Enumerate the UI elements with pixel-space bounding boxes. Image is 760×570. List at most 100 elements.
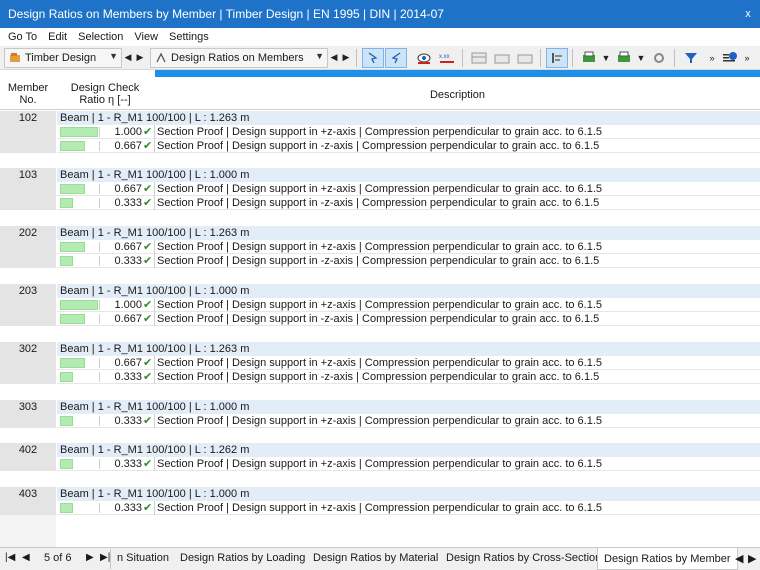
column-divider <box>154 139 155 153</box>
tab-situation[interactable]: n Situation <box>110 549 176 569</box>
ratio-bar-track <box>60 372 100 382</box>
check-description: Section Proof | Design support in -z-axi… <box>157 255 600 267</box>
select-back-icon <box>391 51 401 63</box>
close-icon[interactable]: x <box>740 6 756 22</box>
more-icon[interactable]: » <box>706 53 718 63</box>
ratio-bar <box>60 256 73 266</box>
tab-by-member[interactable]: Design Ratios by Member <box>597 548 738 570</box>
first-page-icon[interactable]: |◀ <box>5 552 15 563</box>
ratio-bar <box>60 503 73 513</box>
member-number[interactable]: 103 <box>0 169 56 181</box>
ratio-bar <box>60 314 85 324</box>
table-header: Member No. Design Check Ratio η [--] Des… <box>0 70 760 110</box>
column-divider <box>154 125 155 139</box>
relative-bar-button[interactable] <box>546 47 568 68</box>
check-ok-icon: ✔ <box>143 126 153 138</box>
check-ok-icon: ✔ <box>143 183 153 195</box>
table-button[interactable] <box>468 48 490 68</box>
values-icon: x.xx <box>439 54 454 63</box>
module-select[interactable]: Timber Design ▼ <box>4 47 122 68</box>
table-export-button[interactable] <box>491 48 513 68</box>
view-button[interactable] <box>413 48 435 68</box>
check-description: Section Proof | Design support in -z-axi… <box>157 140 600 152</box>
check-description: Section Proof | Design support in -z-axi… <box>157 371 600 383</box>
check-row[interactable]: 0.333 ✔ Section Proof | Design support in … <box>57 254 760 268</box>
check-row[interactable]: 1.000 ✔ Section Proof | Design support in … <box>57 125 760 139</box>
settings-button[interactable] <box>648 48 670 68</box>
beam-row[interactable]: Beam | 1 - R_M1 100/100 | L : 1.263 m <box>57 226 760 240</box>
ratio-value: 0.667 <box>114 357 142 369</box>
check-row[interactable]: 0.333 ✔ Section Proof | Design support in … <box>57 196 760 210</box>
next-view-icon[interactable]: ▶ <box>340 52 352 63</box>
info-button[interactable] <box>719 48 741 68</box>
check-row[interactable]: 0.667 ✔ Section Proof | Design support in … <box>57 356 760 370</box>
scroll-tabs-right-icon[interactable]: ▶ <box>748 552 756 565</box>
beam-row[interactable]: Beam | 1 - R_M1 100/100 | L : 1.263 m <box>57 111 760 125</box>
menu-settings[interactable]: Settings <box>164 31 215 43</box>
menu-view[interactable]: View <box>129 31 164 43</box>
check-description: Section Proof | Design support in +z-axi… <box>157 415 603 427</box>
beam-row[interactable]: Beam | 1 - R_M1 100/100 | L : 1.000 m <box>57 168 760 182</box>
member-number[interactable]: 302 <box>0 343 56 355</box>
check-row[interactable]: 1.000 ✔ Section Proof | Design support in … <box>57 298 760 312</box>
check-row[interactable]: 0.667 ✔ Section Proof | Design support in … <box>57 139 760 153</box>
check-ok-icon: ✔ <box>143 140 153 152</box>
more-icon[interactable]: » <box>741 53 753 63</box>
member-number[interactable]: 202 <box>0 227 56 239</box>
beam-row[interactable]: Beam | 1 - R_M1 100/100 | L : 1.262 m <box>57 443 760 457</box>
check-row[interactable]: 0.333 ✔ Section Proof | Design support in … <box>57 370 760 384</box>
beam-row[interactable]: Beam | 1 - R_M1 100/100 | L : 1.000 m <box>57 400 760 414</box>
member-number[interactable]: 102 <box>0 112 56 124</box>
check-row[interactable]: 0.333 ✔ Section Proof | Design support in … <box>57 501 760 515</box>
check-row[interactable]: 0.667 ✔ Section Proof | Design support in … <box>57 312 760 326</box>
tab-by-material[interactable]: Design Ratios by Material <box>307 549 446 569</box>
check-row[interactable]: 0.667 ✔ Section Proof | Design support in … <box>57 240 760 254</box>
filter-button[interactable] <box>680 48 702 68</box>
table-import-button[interactable] <box>514 48 536 68</box>
tab-by-cross-section[interactable]: Design Ratios by Cross-Section <box>440 549 609 569</box>
next-module-icon[interactable]: ▶ <box>134 52 146 63</box>
tab-by-loading[interactable]: Design Ratios by Loading <box>174 549 313 569</box>
beam-row[interactable]: Beam | 1 - R_M1 100/100 | L : 1.000 m <box>57 487 760 501</box>
member-cell: 203 <box>0 284 56 326</box>
prev-page-icon[interactable]: ◀ <box>22 552 30 563</box>
description-header[interactable]: Description <box>155 89 760 101</box>
scroll-tabs-left-icon[interactable]: ◀ <box>735 552 743 565</box>
check-description: Section Proof | Design support in -z-axi… <box>157 313 600 325</box>
select-back-button[interactable] <box>385 47 407 68</box>
print-graphic-button[interactable] <box>613 48 635 68</box>
member-number[interactable]: 403 <box>0 488 56 500</box>
beam-row[interactable]: Beam | 1 - R_M1 100/100 | L : 1.000 m <box>57 284 760 298</box>
chevron-down-icon[interactable]: ▼ <box>635 53 647 63</box>
next-page-icon[interactable]: ▶ <box>86 552 94 563</box>
prev-view-icon[interactable]: ◀ <box>328 52 340 63</box>
menu-selection[interactable]: Selection <box>73 31 129 43</box>
check-ok-icon: ✔ <box>143 197 153 209</box>
results-table: Member No. Design Check Ratio η [--] Des… <box>0 70 760 547</box>
values-button[interactable]: x.xx <box>436 48 458 68</box>
ratio-bar <box>60 198 73 208</box>
ratio-value: 0.333 <box>114 255 142 267</box>
print-graphic-icon <box>618 51 630 62</box>
select-member-button[interactable] <box>362 47 384 68</box>
check-description: Section Proof | Design support in +z-axi… <box>157 126 603 138</box>
check-row[interactable]: 0.333 ✔ Section Proof | Design support in … <box>57 414 760 428</box>
ratio-bar <box>60 184 85 194</box>
print-button[interactable] <box>578 48 600 68</box>
member-number[interactable]: 303 <box>0 401 56 413</box>
prev-module-icon[interactable]: ◀ <box>122 52 134 63</box>
check-row[interactable]: 0.667 ✔ Section Proof | Design support in … <box>57 182 760 196</box>
view-select[interactable]: Design Ratios on Members ▼ <box>150 47 328 68</box>
menu-edit[interactable]: Edit <box>43 31 73 43</box>
check-row[interactable]: 0.333 ✔ Section Proof | Design support in … <box>57 457 760 471</box>
chevron-down-icon[interactable]: ▼ <box>600 53 612 63</box>
menu-go-to[interactable]: Go To <box>3 31 43 43</box>
last-page-icon[interactable]: ▶| <box>100 552 110 563</box>
header-accent-bar <box>155 70 760 77</box>
beam-row[interactable]: Beam | 1 - R_M1 100/100 | L : 1.263 m <box>57 342 760 356</box>
member-number[interactable]: 402 <box>0 444 56 456</box>
check-ok-icon: ✔ <box>143 371 153 383</box>
design-check-ratio-header[interactable]: Design Check Ratio η [--] <box>57 82 153 106</box>
member-no-header[interactable]: Member No. <box>0 82 56 106</box>
member-number[interactable]: 203 <box>0 285 56 297</box>
